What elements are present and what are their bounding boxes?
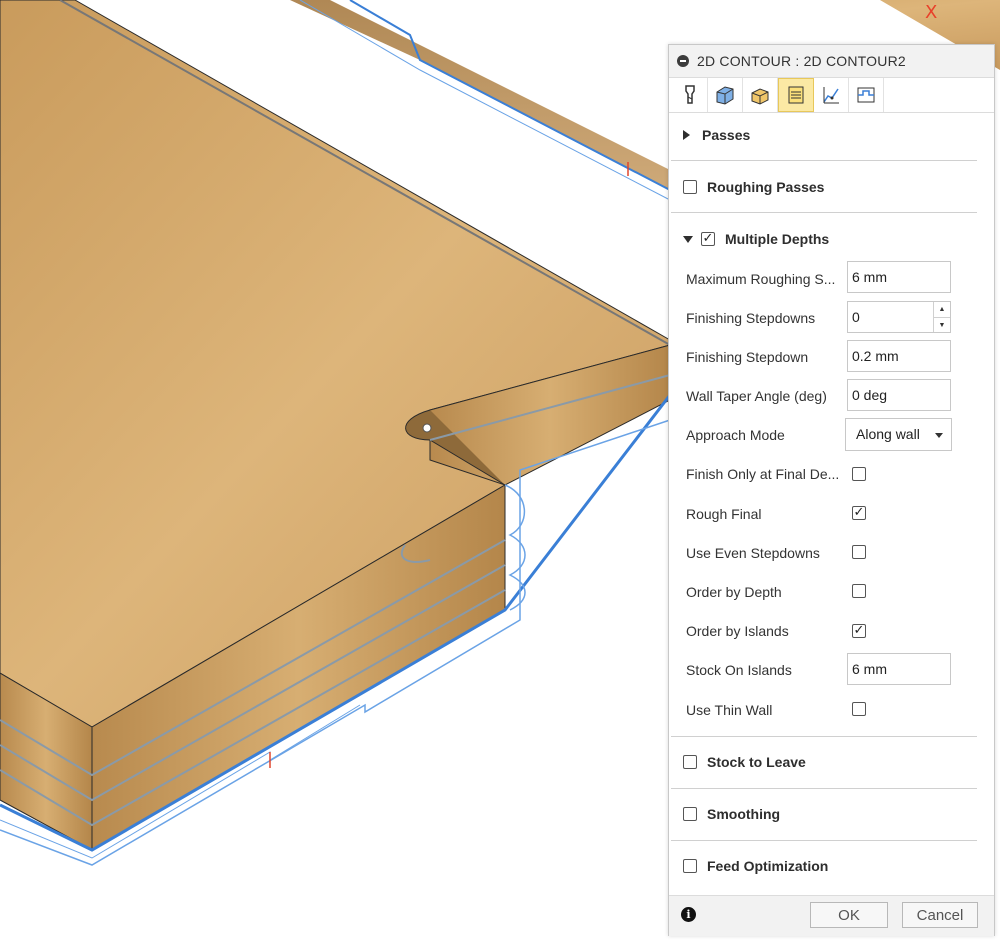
tool-icon: [685, 85, 695, 104]
smoothing-checkbox[interactable]: [683, 807, 697, 821]
collapse-section-icon: [683, 235, 693, 243]
x-axis-indicator: X: [925, 2, 938, 23]
feed-optimization-label: Feed Optimization: [707, 858, 829, 874]
divider: [671, 788, 977, 789]
smoothing-label: Smoothing: [707, 806, 781, 822]
passes-icon: [788, 86, 804, 104]
section-roughing-passes[interactable]: Roughing Passes: [683, 179, 824, 195]
use-thin-wall-label: Use Thin Wall: [686, 702, 773, 718]
stock-to-leave-checkbox[interactable]: [683, 755, 697, 769]
roughing-passes-checkbox[interactable]: [683, 180, 697, 194]
finishing-stepdowns-label: Finishing Stepdowns: [686, 310, 816, 326]
use-thin-wall-checkbox[interactable]: [852, 702, 866, 716]
finishing-stepdown-input[interactable]: 0.2 mm: [847, 340, 951, 372]
multiple-depths-checkbox[interactable]: [701, 232, 715, 246]
roughing-passes-label: Roughing Passes: [707, 179, 825, 195]
info-icon[interactable]: i: [681, 907, 696, 922]
finishing-stepdowns-value: 0: [852, 309, 860, 325]
cancel-button[interactable]: Cancel: [902, 902, 978, 928]
panel-tabs: [669, 78, 994, 113]
panel-title: 2D CONTOUR : 2D CONTOUR2: [697, 53, 906, 69]
ok-button[interactable]: OK: [810, 902, 888, 928]
section-stock-to-leave[interactable]: Stock to Leave: [683, 754, 806, 770]
stock-on-islands-input[interactable]: 6 mm: [847, 653, 951, 685]
panel-footer: i OK Cancel: [669, 895, 994, 936]
tab-geometry[interactable]: [708, 78, 743, 112]
wall-taper-input[interactable]: 0 deg: [847, 379, 951, 411]
max-roughing-input[interactable]: 6 mm: [847, 261, 951, 293]
collapse-icon[interactable]: [677, 55, 689, 67]
tab-heights[interactable]: [743, 78, 778, 112]
order-by-depth-checkbox[interactable]: [852, 584, 866, 598]
section-passes[interactable]: Passes: [683, 127, 750, 143]
tab-post-process[interactable]: [849, 78, 884, 112]
expand-icon: [683, 130, 690, 140]
approach-mode-value: Along wall: [856, 426, 920, 442]
wall-taper-label: Wall Taper Angle (deg): [686, 388, 827, 404]
panel-titlebar: 2D CONTOUR : 2D CONTOUR2: [669, 45, 994, 78]
geometry-icon: [716, 86, 734, 105]
approach-mode-label: Approach Mode: [686, 427, 785, 443]
contour-properties-panel: 2D CONTOUR : 2D CONTOUR2 Passes Roughing…: [668, 44, 995, 936]
tab-passes[interactable]: [778, 78, 814, 112]
use-even-stepdowns-checkbox[interactable]: [852, 545, 866, 559]
divider: [671, 160, 977, 161]
section-multiple-depths[interactable]: Multiple Depths: [683, 231, 829, 247]
finish-only-checkbox[interactable]: [852, 467, 866, 481]
tab-linking[interactable]: [814, 78, 849, 112]
heights-icon: [751, 88, 769, 105]
stock-on-islands-label: Stock On Islands: [686, 662, 792, 678]
order-by-islands-label: Order by Islands: [686, 623, 789, 639]
rough-final-checkbox[interactable]: [852, 506, 866, 520]
max-roughing-label: Maximum Roughing S...: [686, 271, 836, 287]
divider: [671, 840, 977, 841]
spin-down-icon[interactable]: ▼: [934, 318, 950, 333]
divider: [671, 736, 977, 737]
approach-mode-select[interactable]: Along wall: [845, 418, 952, 451]
section-smoothing[interactable]: Smoothing: [683, 806, 780, 822]
multiple-depths-label: Multiple Depths: [725, 231, 830, 247]
feed-optimization-checkbox[interactable]: [683, 859, 697, 873]
finish-only-label: Finish Only at Final De...: [686, 466, 840, 482]
rough-final-label: Rough Final: [686, 506, 762, 522]
section-passes-label: Passes: [702, 127, 751, 143]
section-feed-optimization[interactable]: Feed Optimization: [683, 858, 828, 874]
use-even-stepdowns-label: Use Even Stepdowns: [686, 545, 820, 561]
chevron-down-icon: [935, 433, 943, 438]
finishing-stepdowns-stepper[interactable]: 0 ▲ ▼: [847, 301, 951, 333]
spin-buttons[interactable]: ▲ ▼: [933, 302, 950, 332]
post-process-icon: [857, 87, 875, 103]
linking-icon: [823, 87, 839, 104]
finishing-stepdown-label: Finishing Stepdown: [686, 349, 809, 365]
stock-to-leave-label: Stock to Leave: [707, 754, 806, 770]
divider: [671, 212, 977, 213]
order-by-islands-checkbox[interactable]: [852, 624, 866, 638]
tab-tool[interactable]: [673, 78, 708, 112]
order-by-depth-label: Order by Depth: [686, 584, 782, 600]
